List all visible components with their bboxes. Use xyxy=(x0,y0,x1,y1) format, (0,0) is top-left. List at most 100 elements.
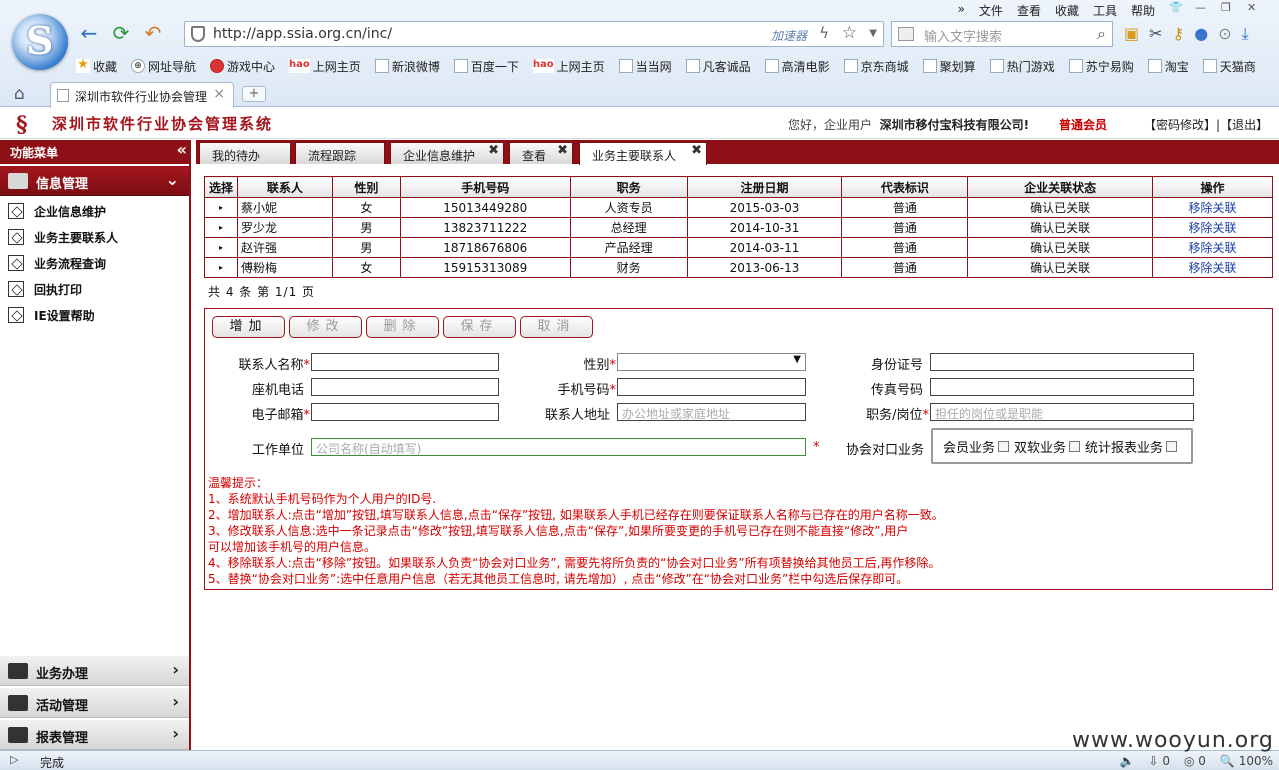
sidebar-group-report[interactable]: 报表管理 › xyxy=(0,720,189,750)
search-icon[interactable]: ⌕ xyxy=(1097,24,1106,44)
sidebar-toggle-icon[interactable]: ▷ xyxy=(10,753,18,766)
remove-link[interactable]: 移除关联 xyxy=(1189,241,1237,255)
shirt-icon[interactable]: 👕 xyxy=(1169,2,1183,14)
chevron-down-icon[interactable]: ▼ xyxy=(793,354,801,365)
sidebar-item-ie-help[interactable]: IE设置帮助 xyxy=(8,304,95,326)
tab-view[interactable]: 查看 ✖ xyxy=(509,142,573,164)
home-icon[interactable]: ⌂ xyxy=(14,84,25,104)
fav-item[interactable]: 热门游戏 xyxy=(989,56,1055,76)
fav-item[interactable]: 新浪微博 xyxy=(374,56,440,76)
tab-company-info[interactable]: 企业信息维护 ✖ xyxy=(390,142,504,164)
change-password-link[interactable]: 【密码修改】 xyxy=(1144,118,1216,132)
address-bar[interactable]: http://app.ssia.org.cn/inc/ 加速器 ϟ ☆ ▼ xyxy=(184,21,884,47)
gender-select[interactable]: ▼ xyxy=(617,353,806,371)
key-icon[interactable]: ⚷ xyxy=(1173,24,1185,44)
collapse-icon[interactable]: « xyxy=(177,140,187,159)
download-count[interactable]: ⇩ 0 xyxy=(1148,754,1170,768)
zoom-level[interactable]: 🔍 100% xyxy=(1220,754,1273,768)
remove-link[interactable]: 移除关联 xyxy=(1189,201,1237,215)
sidebar-toggle-icon[interactable]: ▣ xyxy=(1124,24,1139,44)
back-icon[interactable]: ← xyxy=(78,22,100,44)
landline-field[interactable] xyxy=(311,378,499,396)
search-box[interactable]: 输入文字搜索 ⌕ xyxy=(891,21,1113,47)
security-count[interactable]: ◎ 0 xyxy=(1184,754,1206,768)
fav-item[interactable]: 游戏中心 xyxy=(210,56,275,76)
row-select-icon[interactable]: ▸ xyxy=(204,217,238,238)
position-field[interactable]: 担任的岗位或是职能 xyxy=(930,403,1194,421)
fav-item[interactable]: 当当网 xyxy=(618,56,672,76)
cancel-button[interactable]: 取消 xyxy=(520,316,593,338)
table-row[interactable]: ▸ 赵许强 男 18718676806 产品经理 2014-03-11 普通 确… xyxy=(204,237,1273,258)
chat-icon[interactable]: ● xyxy=(1194,24,1208,44)
fav-item[interactable]: 京东商城 xyxy=(843,56,909,76)
menu-file[interactable]: 文件 xyxy=(979,2,1003,18)
remove-link[interactable]: 移除关联 xyxy=(1189,221,1237,235)
member-business-checkbox[interactable] xyxy=(998,440,1010,452)
search-engine-icon[interactable] xyxy=(898,27,914,41)
star-icon[interactable]: ☆ xyxy=(842,23,857,43)
url-text[interactable]: http://app.ssia.org.cn/inc/ xyxy=(213,26,392,42)
refresh-icon[interactable]: ⟳ xyxy=(110,22,132,44)
save-button[interactable]: 保存 xyxy=(443,316,516,338)
bolt-icon[interactable]: ϟ xyxy=(819,24,829,42)
tab-main-contacts[interactable]: 业务主要联系人 ✖ xyxy=(579,142,707,165)
close-icon[interactable]: ✖ xyxy=(557,143,568,158)
scissors-icon[interactable]: ✂ xyxy=(1149,24,1162,44)
fav-item[interactable]: ★ 收藏 xyxy=(76,56,117,76)
volume-icon[interactable]: 🔈 xyxy=(1120,754,1135,768)
close-window-icon[interactable]: ✕ xyxy=(1247,2,1259,14)
fav-item[interactable]: 凡客诚品 xyxy=(685,56,751,76)
row-select-icon[interactable]: ▸ xyxy=(204,197,238,218)
email-field[interactable] xyxy=(311,403,499,421)
remove-link[interactable]: 移除关联 xyxy=(1189,261,1237,275)
table-row[interactable]: ▸ 罗少龙 男 13823711222 总经理 2014-10-31 普通 确认… xyxy=(204,217,1273,238)
tab-process-tracking[interactable]: 流程跟踪 xyxy=(295,142,385,164)
delete-button[interactable]: 删除 xyxy=(366,316,439,338)
new-tab-button[interactable]: + xyxy=(242,86,266,102)
sidebar-item-process-query[interactable]: 业务流程查询 xyxy=(8,252,106,274)
sidebar-item-company-info[interactable]: 企业信息维护 xyxy=(8,200,106,222)
work-unit-field[interactable]: 公司名称(自动填写) xyxy=(311,438,806,456)
menu-tools[interactable]: 工具 xyxy=(1093,2,1117,18)
fav-item[interactable]: 淘宝 xyxy=(1147,56,1189,76)
accelerator-label[interactable]: 加速器 xyxy=(771,27,807,44)
menu-favorites[interactable]: 收藏 xyxy=(1055,2,1079,18)
close-tab-icon[interactable]: × xyxy=(213,86,225,102)
dual-software-checkbox[interactable] xyxy=(1069,440,1081,452)
fav-item[interactable]: ⊕ 网址导航 xyxy=(131,56,196,76)
menu-view[interactable]: 查看 xyxy=(1017,2,1041,18)
fav-item[interactable]: hao 上网主页 xyxy=(289,56,361,76)
sidebar-group-business[interactable]: 业务办理 › xyxy=(0,656,189,686)
add-button[interactable]: 增加 xyxy=(212,316,285,338)
fav-item[interactable]: 天猫商 xyxy=(1202,56,1256,76)
sidebar-item-contacts[interactable]: 业务主要联系人 xyxy=(8,226,118,248)
address-field[interactable]: 办公地址或家庭地址 xyxy=(617,403,806,421)
fax-field[interactable] xyxy=(930,378,1194,396)
undo-icon[interactable]: ↶ xyxy=(142,22,164,44)
maximize-icon[interactable]: ❐ xyxy=(1221,2,1233,14)
sidebar-item-receipt-print[interactable]: 回执打印 xyxy=(8,278,82,300)
fav-item[interactable]: 苏宁易购 xyxy=(1068,56,1134,76)
menu-help[interactable]: 帮助 xyxy=(1131,2,1155,18)
sidebar-group-activity[interactable]: 活动管理 › xyxy=(0,688,189,718)
fav-item[interactable]: 聚划算 xyxy=(922,56,976,76)
search-input[interactable]: 输入文字搜索 xyxy=(924,26,1002,45)
mobile-field[interactable] xyxy=(617,378,806,396)
sidebar-group-info[interactable]: 信息管理 ⌄ xyxy=(0,166,189,196)
row-select-icon[interactable]: ▸ xyxy=(204,237,238,258)
stat-report-checkbox[interactable] xyxy=(1166,440,1178,452)
fav-item[interactable]: hao 上网主页 xyxy=(532,56,605,76)
tab-my-todo[interactable]: 我的待办 xyxy=(199,142,291,164)
row-select-icon[interactable]: ▸ xyxy=(204,257,238,278)
table-row[interactable]: ▸ 蔡小妮 女 15013449280 人资专员 2015-03-03 普通 确… xyxy=(204,197,1273,218)
table-row[interactable]: ▸ 傅粉梅 女 15915313089 财务 2013-06-13 普通 确认已… xyxy=(204,257,1273,278)
minimize-icon[interactable]: — xyxy=(1195,2,1207,14)
close-icon[interactable]: ✖ xyxy=(691,143,702,158)
more-icon[interactable]: ⊙ xyxy=(1218,24,1231,44)
edit-button[interactable]: 修改 xyxy=(289,316,362,338)
logout-link[interactable]: 【退出】 xyxy=(1220,118,1268,132)
fav-item[interactable]: 百度一下 xyxy=(453,56,519,76)
close-icon[interactable]: ✖ xyxy=(488,143,499,158)
id-number-field[interactable] xyxy=(930,353,1194,371)
download-icon[interactable]: ⤓ xyxy=(1242,24,1249,44)
